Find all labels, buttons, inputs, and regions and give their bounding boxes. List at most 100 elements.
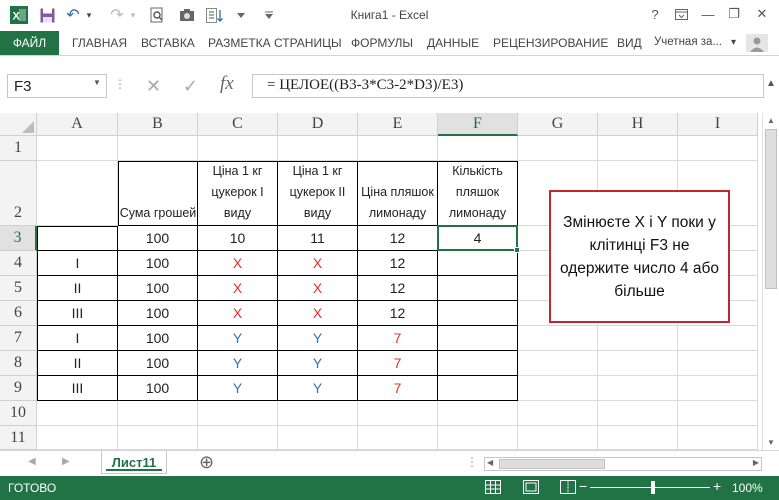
cell-f11[interactable] xyxy=(438,426,518,450)
restore-button[interactable]: ❐ xyxy=(723,4,745,24)
cell-h1[interactable] xyxy=(598,136,678,161)
row-header-5[interactable]: 5 xyxy=(0,276,37,301)
cell-b9[interactable]: 100 xyxy=(118,376,198,401)
close-button[interactable]: ✕ xyxy=(751,4,773,24)
cell-b6[interactable]: 100 xyxy=(118,301,198,326)
tab-page-layout[interactable]: РАЗМЕТКА СТРАНИЦЫ xyxy=(208,36,342,50)
cell-b4[interactable]: 100 xyxy=(118,251,198,276)
cell-e2[interactable]: Ціна пляшок лимонаду xyxy=(358,161,438,226)
cell-i10[interactable] xyxy=(678,401,758,426)
column-header-b[interactable]: B xyxy=(118,113,198,136)
cell-d1[interactable] xyxy=(278,136,358,161)
cancel-formula-icon[interactable]: ✕ xyxy=(146,76,161,97)
cell-d10[interactable] xyxy=(278,401,358,426)
cell-h8[interactable] xyxy=(598,351,678,376)
cell-f4[interactable] xyxy=(438,251,518,276)
cell-a2[interactable] xyxy=(37,161,118,226)
tab-split-grip-icon[interactable]: ⋮ xyxy=(466,455,478,469)
normal-view-icon[interactable] xyxy=(485,480,501,497)
cell-a11[interactable] xyxy=(37,426,118,450)
row-header-8[interactable]: 8 xyxy=(0,351,37,376)
cell-d5[interactable]: X xyxy=(278,276,358,301)
column-header-i[interactable]: I xyxy=(678,113,758,136)
cell-a7[interactable]: I xyxy=(37,326,118,351)
cell-b5[interactable]: 100 xyxy=(118,276,198,301)
cell-e4[interactable]: 12 xyxy=(358,251,438,276)
cell-c4[interactable]: X xyxy=(198,251,278,276)
cell-b2[interactable]: Сума грошей xyxy=(118,161,198,226)
cell-i9[interactable] xyxy=(678,376,758,401)
cell-i7[interactable] xyxy=(678,326,758,351)
cell-g1[interactable] xyxy=(518,136,598,161)
cell-d3[interactable]: 11 xyxy=(278,226,358,251)
cell-f3[interactable]: 4 xyxy=(438,226,518,251)
cell-f1[interactable] xyxy=(438,136,518,161)
add-sheet-button[interactable]: ⊕ xyxy=(199,452,214,473)
cell-c8[interactable]: Y xyxy=(198,351,278,376)
cell-c10[interactable] xyxy=(198,401,278,426)
cell-f2[interactable]: Кількість пляшок лимонаду xyxy=(438,161,518,226)
cell-g9[interactable] xyxy=(518,376,598,401)
cell-b3[interactable]: 100 xyxy=(118,226,198,251)
cell-d11[interactable] xyxy=(278,426,358,450)
horizontal-scrollbar[interactable]: ◀ ▶ xyxy=(484,457,762,471)
column-header-d[interactable]: D xyxy=(278,113,358,136)
cell-h7[interactable] xyxy=(598,326,678,351)
tab-review[interactable]: РЕЦЕНЗИРОВАНИЕ xyxy=(493,36,608,50)
cell-c7[interactable]: Y xyxy=(198,326,278,351)
zoom-in-button[interactable]: + xyxy=(713,478,721,494)
sheet-tab-active[interactable]: Лист11 xyxy=(101,451,167,474)
cell-e3[interactable]: 12 xyxy=(358,226,438,251)
tab-insert[interactable]: ВСТАВКА xyxy=(141,36,195,50)
tab-data[interactable]: ДАННЫЕ xyxy=(427,36,479,50)
cell-a3[interactable] xyxy=(37,226,118,251)
name-box-dropdown-icon[interactable]: ▼ xyxy=(93,78,101,87)
cell-f6[interactable] xyxy=(438,301,518,326)
insert-function-icon[interactable]: fx xyxy=(220,73,234,95)
column-header-g[interactable]: G xyxy=(518,113,598,136)
cell-c9[interactable]: Y xyxy=(198,376,278,401)
cell-e10[interactable] xyxy=(358,401,438,426)
minimize-button[interactable]: — xyxy=(697,4,719,24)
page-layout-view-icon[interactable] xyxy=(523,480,539,497)
ribbon-display-options-icon[interactable] xyxy=(670,4,692,24)
cell-h11[interactable] xyxy=(598,426,678,450)
cell-f8[interactable] xyxy=(438,351,518,376)
formula-input[interactable]: = ЦЕЛОЕ((B3-3*C3-2*D3)/E3) xyxy=(252,74,764,98)
name-box[interactable]: F3 xyxy=(7,74,107,98)
cell-d7[interactable]: Y xyxy=(278,326,358,351)
row-header-1[interactable]: 1 xyxy=(0,136,37,161)
zoom-slider-track[interactable] xyxy=(590,487,710,488)
zoom-out-button[interactable]: − xyxy=(579,478,587,494)
account-menu[interactable]: Учетная за... xyxy=(654,36,722,48)
column-header-c[interactable]: C xyxy=(198,113,278,136)
row-header-4[interactable]: 4 xyxy=(0,251,37,276)
tab-view[interactable]: ВИД xyxy=(617,36,642,50)
zoom-level[interactable]: 100% xyxy=(732,481,763,495)
cell-b8[interactable]: 100 xyxy=(118,351,198,376)
cell-a9[interactable]: III xyxy=(37,376,118,401)
cell-c11[interactable] xyxy=(198,426,278,450)
cell-d4[interactable]: X xyxy=(278,251,358,276)
account-dropdown-icon[interactable]: ▾ xyxy=(731,37,736,48)
cell-e8[interactable]: 7 xyxy=(358,351,438,376)
cell-f9[interactable] xyxy=(438,376,518,401)
cell-d8[interactable]: Y xyxy=(278,351,358,376)
cell-e11[interactable] xyxy=(358,426,438,450)
cell-e5[interactable]: 12 xyxy=(358,276,438,301)
scroll-down-icon[interactable]: ▼ xyxy=(767,438,775,447)
row-header-6[interactable]: 6 xyxy=(0,301,37,326)
cell-c2[interactable]: Ціна 1 кг цукерок І виду xyxy=(198,161,278,226)
row-header-7[interactable]: 7 xyxy=(0,326,37,351)
select-all-corner[interactable] xyxy=(0,113,37,136)
cell-c1[interactable] xyxy=(198,136,278,161)
cell-a8[interactable]: II xyxy=(37,351,118,376)
horizontal-scroll-thumb[interactable] xyxy=(499,459,605,469)
cell-a10[interactable] xyxy=(37,401,118,426)
column-header-f[interactable]: F xyxy=(438,113,518,136)
help-button[interactable]: ? xyxy=(644,4,666,24)
row-header-2[interactable]: 2 xyxy=(0,161,37,226)
cell-g8[interactable] xyxy=(518,351,598,376)
cell-b11[interactable] xyxy=(118,426,198,450)
cell-f5[interactable] xyxy=(438,276,518,301)
